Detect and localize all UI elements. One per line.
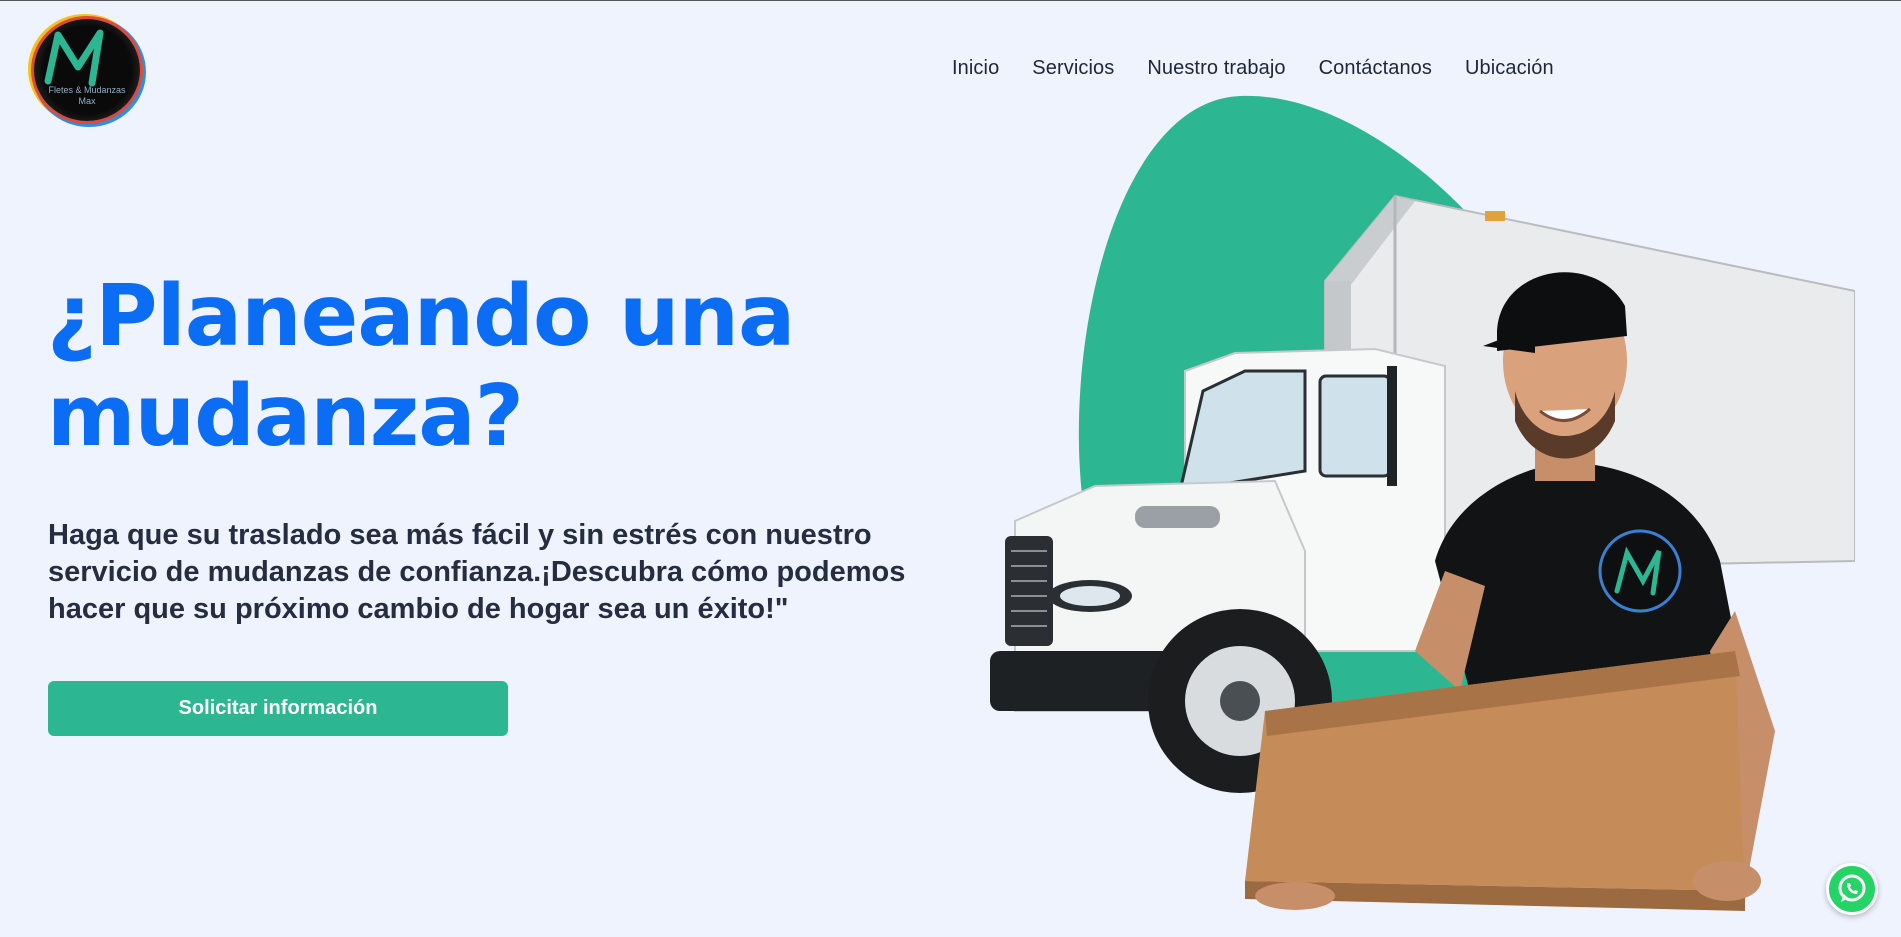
nav-item-servicios[interactable]: Servicios: [1032, 57, 1114, 80]
whatsapp-button[interactable]: [1826, 863, 1878, 915]
whatsapp-icon: [1838, 874, 1866, 902]
main-nav: Inicio Servicios Nuestro trabajo Contáct…: [952, 57, 1587, 80]
hero-description: Haga que su traslado sea más fácil y sin…: [48, 519, 906, 625]
nav-item-contactanos[interactable]: Contáctanos: [1319, 57, 1432, 80]
logo-line2: Max: [78, 96, 96, 106]
nav-item-inicio[interactable]: Inicio: [952, 57, 999, 80]
request-info-button[interactable]: Solicitar información: [48, 681, 508, 736]
hero-illustration: [975, 91, 1856, 937]
hero-title: ¿Planeando una mudanza?: [47, 267, 795, 466]
logo-line1: Fletes & Mudanzas: [48, 85, 126, 95]
nav-item-nuestro-trabajo[interactable]: Nuestro trabajo: [1147, 57, 1285, 80]
logo-m-mark: Fletes & Mudanzas Max: [44, 29, 126, 106]
nav-item-ubicacion[interactable]: Ubicación: [1465, 57, 1554, 80]
brand-logo[interactable]: Fletes & Mudanzas Max: [34, 19, 140, 121]
landing-page: Fletes & Mudanzas Max Inicio Servicios N…: [0, 0, 1901, 937]
